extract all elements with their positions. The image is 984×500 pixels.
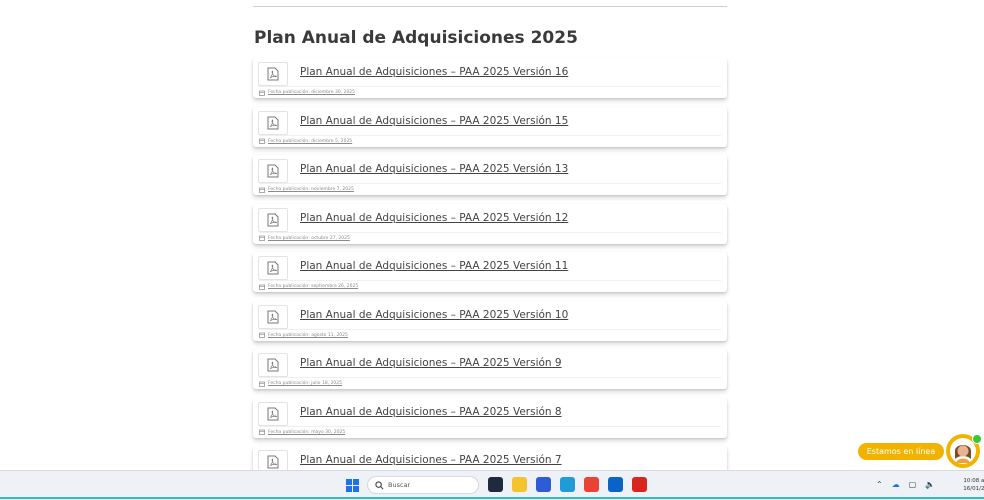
taskbar: Buscar ⌃ ☁ ▢ 🔈 10:08 a. m. 16/01/2026 xyxy=(0,470,984,500)
publication-date: Fecha publicación: mayo 30, 2025 xyxy=(268,429,346,435)
document-meta: Fecha publicación: noviembre 7, 2025 xyxy=(259,183,721,195)
calendar-icon xyxy=(259,284,265,290)
publication-date: Fecha publicación: julio 18, 2025 xyxy=(268,381,343,386)
page-title: Plan Anual de Adquisiciones 2025 xyxy=(254,28,578,48)
calendar-icon xyxy=(259,138,265,144)
clock-date: 16/01/2026 xyxy=(963,486,984,492)
file-explorer-icon[interactable] xyxy=(512,477,527,492)
pdf-file-icon[interactable] xyxy=(258,110,288,135)
document-link[interactable]: Plan Anual de Adquisiciones – PAA 2025 V… xyxy=(300,163,568,175)
document-meta: Fecha publicación: octubre 27, 2025 xyxy=(259,231,721,244)
document-list: Plan Anual de Adquisiciones – PAA 2025 V… xyxy=(253,58,727,495)
document-meta: Fecha publicación: diciembre 30, 2025 xyxy=(259,86,721,98)
calendar-icon xyxy=(259,381,265,387)
acrobat-icon[interactable] xyxy=(632,477,647,492)
document-card: Plan Anual de Adquisiciones – PAA 2025 V… xyxy=(253,300,727,341)
store-icon[interactable] xyxy=(536,477,551,492)
document-link[interactable]: Plan Anual de Adquisiciones – PAA 2025 V… xyxy=(300,309,568,321)
document-link[interactable]: Plan Anual de Adquisiciones – PAA 2025 V… xyxy=(300,406,562,418)
pdf-file-icon[interactable] xyxy=(258,159,288,183)
calendar-icon xyxy=(259,90,265,96)
publication-date: Fecha publicación: noviembre 7, 2025 xyxy=(268,187,354,192)
document-meta: Fecha publicación: julio 18, 2025 xyxy=(259,377,721,389)
document-meta: Fecha publicación: diciembre 5, 2025 xyxy=(259,134,721,147)
document-card: Plan Anual de Adquisiciones – PAA 2025 V… xyxy=(253,252,727,292)
edge-icon[interactable] xyxy=(560,477,575,492)
clock-time: 10:08 a. m. xyxy=(963,478,984,484)
windows-start-icon[interactable] xyxy=(346,479,359,492)
document-link[interactable]: Plan Anual de Adquisiciones – PAA 2025 V… xyxy=(300,115,568,127)
chevron-up-icon[interactable]: ⌃ xyxy=(876,480,883,489)
publication-date: Fecha publicación: diciembre 30, 2025 xyxy=(268,90,356,95)
publication-date: Fecha publicación: diciembre 5, 2025 xyxy=(268,138,353,144)
publication-date: Fecha publicación: septiembre 26, 2025 xyxy=(268,284,359,289)
chrome-icon[interactable] xyxy=(584,477,599,492)
top-divider xyxy=(253,6,727,7)
pdf-file-icon[interactable] xyxy=(258,62,288,86)
taskbar-apps xyxy=(488,477,647,492)
pdf-file-icon[interactable] xyxy=(258,401,288,426)
chat-status-label[interactable]: Estamos en línea xyxy=(858,443,944,460)
calendar-icon xyxy=(259,332,265,338)
pdf-file-icon[interactable] xyxy=(258,207,288,232)
system-tray: ⌃ ☁ ▢ 🔈 xyxy=(876,480,935,489)
pdf-file-icon[interactable] xyxy=(258,353,288,377)
document-link[interactable]: Plan Anual de Adquisiciones – PAA 2025 V… xyxy=(300,260,568,272)
outlook-icon[interactable] xyxy=(608,477,623,492)
search-icon xyxy=(375,480,384,489)
display-icon[interactable]: ▢ xyxy=(909,480,917,489)
calendar-icon xyxy=(259,235,265,241)
pdf-file-icon[interactable] xyxy=(258,304,288,329)
calendar-icon xyxy=(259,429,265,435)
document-card: Plan Anual de Adquisiciones – PAA 2025 V… xyxy=(253,58,727,98)
document-meta: Fecha publicación: mayo 30, 2025 xyxy=(259,425,721,438)
online-status-dot xyxy=(972,434,982,444)
task-view-icon[interactable] xyxy=(488,477,503,492)
document-card: Plan Anual de Adquisiciones – PAA 2025 V… xyxy=(253,397,727,438)
document-link[interactable]: Plan Anual de Adquisiciones – PAA 2025 V… xyxy=(300,454,562,466)
publication-date: Fecha publicación: octubre 27, 2025 xyxy=(268,235,350,241)
calendar-icon xyxy=(259,187,265,193)
onedrive-icon[interactable]: ☁ xyxy=(892,480,900,489)
pdf-file-icon[interactable] xyxy=(258,256,288,280)
document-meta: Fecha publicación: septiembre 26, 2025 xyxy=(259,280,721,292)
document-link[interactable]: Plan Anual de Adquisiciones – PAA 2025 V… xyxy=(300,66,568,78)
document-link[interactable]: Plan Anual de Adquisiciones – PAA 2025 V… xyxy=(300,357,562,369)
volume-icon[interactable]: 🔈 xyxy=(925,480,935,489)
taskbar-clock[interactable]: 10:08 a. m. 16/01/2026 xyxy=(955,477,984,493)
document-card: Plan Anual de Adquisiciones – PAA 2025 V… xyxy=(253,203,727,244)
document-link[interactable]: Plan Anual de Adquisiciones – PAA 2025 V… xyxy=(300,212,568,224)
taskbar-search[interactable]: Buscar xyxy=(367,476,479,494)
search-placeholder: Buscar xyxy=(388,481,411,489)
document-card: Plan Anual de Adquisiciones – PAA 2025 V… xyxy=(253,155,727,195)
document-meta: Fecha publicación: agosto 11, 2025 xyxy=(259,328,721,341)
document-card: Plan Anual de Adquisiciones – PAA 2025 V… xyxy=(253,349,727,389)
document-card: Plan Anual de Adquisiciones – PAA 2025 V… xyxy=(253,106,727,147)
publication-date: Fecha publicación: agosto 11, 2025 xyxy=(268,332,348,338)
